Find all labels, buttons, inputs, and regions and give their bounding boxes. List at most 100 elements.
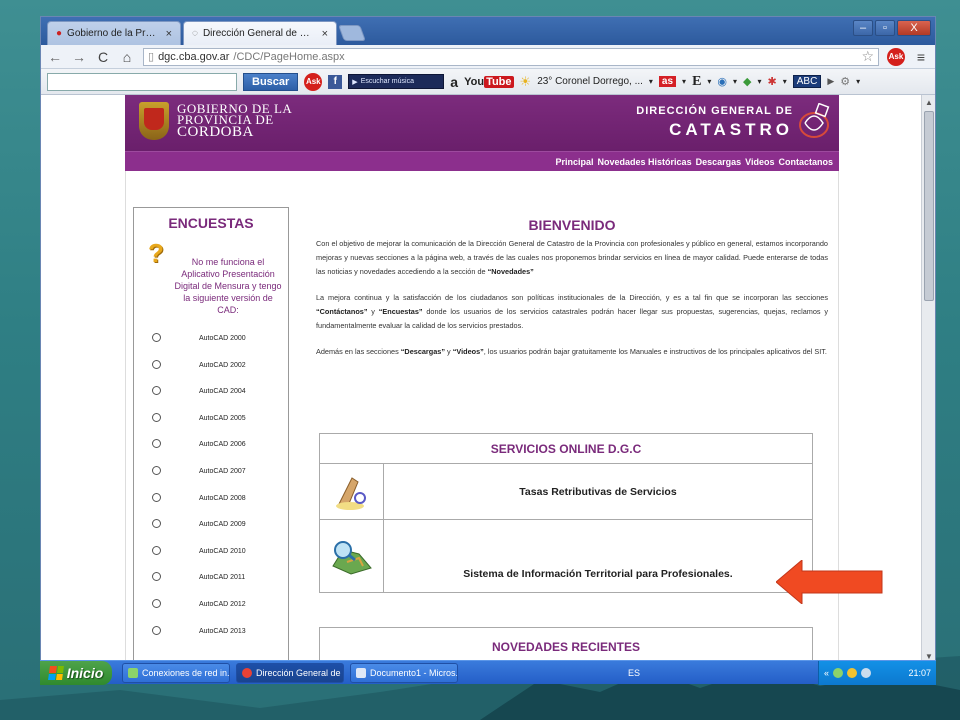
service-label[interactable]: Tasas Retributivas de Servicios: [384, 464, 812, 519]
poll-option[interactable]: AutoCAD 2004: [152, 385, 282, 412]
ask-extension-icon[interactable]: Ask: [887, 47, 905, 66]
music-player[interactable]: ▶ Escuchar música: [348, 74, 445, 89]
dropdown-icon[interactable]: ▾: [758, 77, 762, 86]
volume-tray-icon[interactable]: [861, 667, 871, 678]
gobierno-logo[interactable]: GOBIERNO DE LA PROVINCIA DE CORDOBA: [139, 102, 292, 140]
service-label[interactable]: Sistema de Información Territorial para …: [384, 520, 812, 592]
youtube-icon[interactable]: You Tube: [464, 75, 514, 88]
network-icon: [128, 667, 138, 678]
videos-link[interactable]: “Videos”: [453, 347, 484, 356]
service-row-tasas[interactable]: Tasas Retributivas de Servicios: [320, 464, 812, 520]
weather-text[interactable]: 23° Coronel Dorrego, ...: [537, 76, 643, 87]
nav-descargas[interactable]: Descargas: [696, 157, 742, 167]
dropdown-icon[interactable]: ▾: [856, 77, 860, 86]
dropdown-icon[interactable]: ▾: [733, 77, 737, 86]
task-network[interactable]: Conexiones de red in...: [122, 662, 230, 683]
poll-option[interactable]: AutoCAD 2006: [152, 438, 282, 465]
network-tray-icon[interactable]: [833, 667, 843, 678]
service-row-sit[interactable]: Sistema de Información Territorial para …: [320, 520, 812, 592]
radio-button[interactable]: [152, 386, 161, 396]
forward-arrow-icon[interactable]: →: [71, 49, 87, 65]
poll-option[interactable]: AutoCAD 2009: [152, 518, 282, 545]
scrollbar-thumb[interactable]: [924, 111, 934, 301]
poll-option[interactable]: AutoCAD 2010: [152, 545, 282, 572]
encuestas-link[interactable]: “Encuestas”: [379, 307, 423, 316]
nav-contactanos[interactable]: Contactanos: [778, 157, 833, 167]
globe-icon[interactable]: ◉: [717, 75, 727, 88]
maps-icon[interactable]: ◆: [743, 75, 751, 88]
url-path: /CDC/PageHome.aspx: [233, 50, 345, 63]
task-word[interactable]: Documento1 - Micros...: [350, 662, 458, 683]
poll-option[interactable]: AutoCAD 2002: [152, 359, 282, 386]
poll-option[interactable]: AutoCAD 2007: [152, 465, 282, 492]
ask-logo-icon[interactable]: Ask: [304, 72, 323, 91]
minimize-button[interactable]: –: [853, 20, 873, 36]
catastro-site: GOBIERNO DE LA PROVINCIA DE CORDOBA DIRE…: [125, 95, 839, 663]
toolbar-search-input[interactable]: [47, 72, 237, 91]
radio-button[interactable]: [152, 439, 161, 449]
poll-option-label: AutoCAD 2012: [199, 600, 246, 608]
home-icon[interactable]: ⌂: [119, 49, 135, 65]
bookmark-star-icon[interactable]: ☆: [861, 48, 874, 65]
task-chrome[interactable]: Dirección General de ...: [236, 662, 344, 683]
radio-button[interactable]: [152, 545, 161, 555]
map-magnifier-icon[interactable]: [320, 520, 384, 592]
abc-icon[interactable]: ABC: [792, 75, 822, 88]
facebook-icon[interactable]: f: [328, 74, 343, 89]
back-arrow-icon[interactable]: ←: [47, 49, 63, 65]
as-icon[interactable]: as: [658, 76, 677, 87]
more-arrow-icon[interactable]: ▶: [827, 76, 834, 87]
site-nav: Principal Novedades Históricas Descargas…: [125, 151, 839, 171]
address-bar[interactable]: ▯ dgc.cba.gov.ar/CDC/PageHome.aspx ☆: [143, 47, 879, 66]
new-tab-button[interactable]: [338, 25, 366, 41]
dropdown-icon[interactable]: ▾: [649, 77, 653, 86]
radio-button[interactable]: [152, 465, 161, 475]
radio-button[interactable]: [152, 625, 161, 635]
reload-icon[interactable]: C: [95, 49, 111, 65]
nav-videos[interactable]: Videos: [745, 157, 774, 167]
radio-button[interactable]: [152, 572, 161, 582]
nav-novedades-historicas[interactable]: Novedades Históricas: [598, 157, 692, 167]
poll-option[interactable]: AutoCAD 2011: [152, 571, 282, 598]
close-tab-icon[interactable]: ×: [322, 28, 328, 40]
e-icon[interactable]: E: [692, 74, 701, 90]
settings-gear-icon[interactable]: ⚙: [840, 75, 850, 88]
search-button[interactable]: Buscar: [243, 72, 299, 91]
game-icon[interactable]: ✱: [768, 75, 777, 88]
close-window-button[interactable]: X: [897, 20, 931, 36]
radio-button[interactable]: [152, 598, 161, 608]
novedades-link[interactable]: “Novedades”: [488, 267, 534, 276]
poll-option[interactable]: AutoCAD 2012: [152, 598, 282, 625]
dropdown-icon[interactable]: ▾: [783, 77, 787, 86]
poll-option[interactable]: AutoCAD 2005: [152, 412, 282, 439]
start-button[interactable]: Inicio: [40, 660, 112, 685]
descargas-link[interactable]: “Descargas”: [401, 347, 445, 356]
youtube-tube: Tube: [484, 75, 514, 88]
amazon-icon[interactable]: a: [450, 74, 458, 90]
system-tray: « 21:07: [817, 660, 936, 685]
scroll-up-icon[interactable]: ▲: [922, 95, 936, 109]
dropdown-icon[interactable]: ▾: [707, 77, 711, 86]
radio-button[interactable]: [152, 359, 161, 369]
close-tab-icon[interactable]: ×: [166, 28, 172, 40]
tray-arrow-icon[interactable]: «: [824, 668, 829, 678]
dropdown-icon[interactable]: ▾: [682, 77, 686, 86]
radio-button[interactable]: [152, 333, 161, 342]
tab-gobierno[interactable]: ● Gobierno de la Provincia de C ×: [47, 21, 181, 45]
poll-option[interactable]: AutoCAD 2000: [152, 332, 282, 359]
nav-principal[interactable]: Principal: [556, 157, 594, 167]
language-indicator[interactable]: ES: [628, 668, 640, 678]
hand-document-icon[interactable]: [320, 464, 384, 519]
contactanos-link[interactable]: “Contáctanos”: [316, 307, 368, 316]
radio-button[interactable]: [152, 412, 161, 422]
vertical-scrollbar[interactable]: ▲ ▼: [921, 95, 935, 663]
menu-icon[interactable]: ≡: [913, 49, 929, 65]
shield-tray-icon[interactable]: [847, 667, 857, 678]
tab-catastro[interactable]: ◌ Dirección General de Catastr ×: [183, 21, 337, 45]
clock[interactable]: 21:07: [908, 668, 931, 678]
radio-button[interactable]: [152, 492, 161, 502]
maximize-button[interactable]: ▫: [875, 20, 895, 36]
poll-option[interactable]: AutoCAD 2013: [152, 625, 282, 652]
poll-option[interactable]: AutoCAD 2008: [152, 492, 282, 519]
radio-button[interactable]: [152, 519, 161, 529]
